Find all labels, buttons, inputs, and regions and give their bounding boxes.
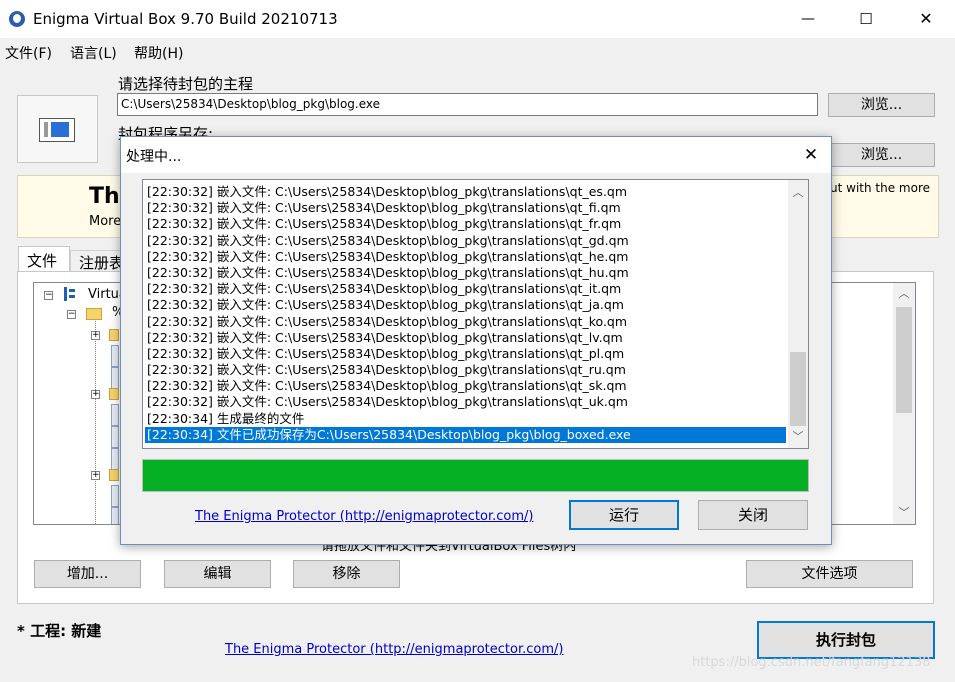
tree-root-icon <box>64 287 79 301</box>
scroll-down-icon[interactable]: ﹀ <box>788 428 808 446</box>
watermark: https://blog.csdn.net/fangfang12138 <box>692 655 931 670</box>
tree-collapse-icon[interactable]: − <box>44 291 53 300</box>
maximize-icon: ☐ <box>859 10 873 28</box>
close-icon: ✕ <box>803 145 819 165</box>
log-line[interactable]: [22:30:32] 嵌入文件: C:\Users\25834\Desktop\… <box>145 362 786 378</box>
app-logo-icon <box>9 11 25 27</box>
log-lines: [22:30:32] 嵌入文件: C:\Users\25834\Desktop\… <box>145 184 786 443</box>
tree-expand-icon[interactable]: + <box>91 471 100 480</box>
log-line[interactable]: [22:30:32] 嵌入文件: C:\Users\25834\Desktop\… <box>145 216 786 232</box>
banner-right-text: ut with the more <box>830 181 930 195</box>
edit-button[interactable]: 编辑 <box>164 560 271 588</box>
log-line[interactable]: [22:30:32] 嵌入文件: C:\Users\25834\Desktop\… <box>145 249 786 265</box>
log-line[interactable]: [22:30:32] 嵌入文件: C:\Users\25834\Desktop\… <box>145 265 786 281</box>
tree-expand-icon[interactable]: + <box>91 390 100 399</box>
folder-icon <box>86 308 102 320</box>
window-title: Enigma Virtual Box 9.70 Build 20210713 <box>33 10 338 28</box>
remove-button[interactable]: 移除 <box>293 560 400 588</box>
menu-language[interactable]: 语言(L) <box>70 43 117 63</box>
file-icon <box>111 485 119 507</box>
log-line[interactable]: [22:30:32] 嵌入文件: C:\Users\25834\Desktop\… <box>145 233 786 249</box>
dialog-close-btn[interactable]: 关闭 <box>698 500 808 530</box>
folder-icon <box>109 388 119 400</box>
log-line[interactable]: [22:30:34] 文件已成功保存为C:\Users\25834\Deskto… <box>145 426 786 443</box>
minimize-button[interactable]: — <box>785 0 831 38</box>
progress-bar <box>142 459 809 492</box>
log-list[interactable]: [22:30:32] 嵌入文件: C:\Users\25834\Desktop\… <box>142 179 809 449</box>
log-line[interactable]: [22:30:32] 嵌入文件: C:\Users\25834\Desktop\… <box>145 346 786 362</box>
menu-file[interactable]: 文件(F) <box>5 43 52 63</box>
dialog-enigma-link[interactable]: The Enigma Protector (http://enigmaprote… <box>195 509 533 524</box>
add-button[interactable]: 增加... <box>34 560 141 588</box>
project-label: * 工程: 新建 <box>17 622 102 640</box>
tab-files[interactable]: 文件 <box>18 246 70 272</box>
file-icon <box>111 345 119 367</box>
file-icon <box>111 448 119 470</box>
log-line[interactable]: [22:30:32] 嵌入文件: C:\Users\25834\Desktop\… <box>145 314 786 330</box>
tree-connector <box>95 321 96 524</box>
menu-help[interactable]: 帮助(H) <box>134 43 183 63</box>
window-icon <box>39 118 75 142</box>
execute-pack-button[interactable]: 执行封包 <box>757 621 935 659</box>
maximize-button[interactable]: ☐ <box>843 0 889 38</box>
log-line[interactable]: [22:30:32] 嵌入文件: C:\Users\25834\Desktop\… <box>145 297 786 313</box>
scroll-down-icon[interactable]: ﹀ <box>893 504 915 524</box>
log-line[interactable]: [22:30:32] 嵌入文件: C:\Users\25834\Desktop\… <box>145 281 786 297</box>
dialog-close-button[interactable]: ✕ <box>791 137 831 173</box>
log-line[interactable]: [22:30:32] 嵌入文件: C:\Users\25834\Desktop\… <box>145 184 786 200</box>
log-line[interactable]: [22:30:32] 嵌入文件: C:\Users\25834\Desktop\… <box>145 394 786 410</box>
file-icon <box>111 507 119 524</box>
folder-icon <box>109 469 119 481</box>
browse-input-button[interactable]: 浏览... <box>828 93 935 117</box>
app-icon-box[interactable] <box>17 95 98 163</box>
input-path-field[interactable]: C:\Users\25834\Desktop\blog_pkg\blog.exe <box>117 93 818 116</box>
tree-scrollbar-thumb[interactable] <box>896 307 912 413</box>
dialog-title-bar: 处理中... ✕ <box>121 137 831 173</box>
menu-bar: 文件(F) 语言(L) 帮助(H) <box>0 39 955 63</box>
log-scrollbar-thumb[interactable] <box>790 352 806 426</box>
close-window-button[interactable]: ✕ <box>901 0 951 38</box>
minimize-icon: — <box>801 11 815 27</box>
file-icon <box>111 426 119 448</box>
title-bar: Enigma Virtual Box 9.70 Build 20210713 —… <box>0 0 955 38</box>
enigma-protector-link[interactable]: The Enigma Protector (http://enigmaprote… <box>225 642 563 657</box>
log-line[interactable]: [22:30:32] 嵌入文件: C:\Users\25834\Desktop\… <box>145 378 786 394</box>
processing-dialog: 处理中... ✕ [22:30:32] 嵌入文件: C:\Users\25834… <box>120 136 832 545</box>
log-line[interactable]: [22:30:32] 嵌入文件: C:\Users\25834\Desktop\… <box>145 330 786 346</box>
input-label: 请选择待封包的主程 <box>118 75 254 93</box>
folder-icon <box>109 329 119 341</box>
tree-scrollbar[interactable]: ︿ ﹀ <box>893 283 915 524</box>
tree-collapse-icon[interactable]: − <box>67 310 76 319</box>
banner-title: Th <box>89 184 120 209</box>
file-options-button[interactable]: 文件选项 <box>746 560 913 588</box>
log-line[interactable]: [22:30:34] 生成最终的文件 <box>145 411 786 427</box>
scroll-up-icon[interactable]: ︿ <box>893 285 915 305</box>
file-icon <box>111 367 119 389</box>
run-button[interactable]: 运行 <box>569 500 679 530</box>
dialog-title: 处理中... <box>126 149 182 165</box>
log-line[interactable]: [22:30:32] 嵌入文件: C:\Users\25834\Desktop\… <box>145 200 786 216</box>
scroll-up-icon[interactable]: ︿ <box>788 184 808 202</box>
close-icon: ✕ <box>919 9 933 28</box>
progress-fill <box>143 460 808 491</box>
banner-subtitle: More <box>89 214 122 229</box>
file-icon <box>111 404 119 426</box>
browse-output-button[interactable]: 浏览... <box>828 143 935 167</box>
tree-expand-icon[interactable]: + <box>91 331 100 340</box>
log-scrollbar[interactable]: ︿ ﹀ <box>788 180 808 448</box>
